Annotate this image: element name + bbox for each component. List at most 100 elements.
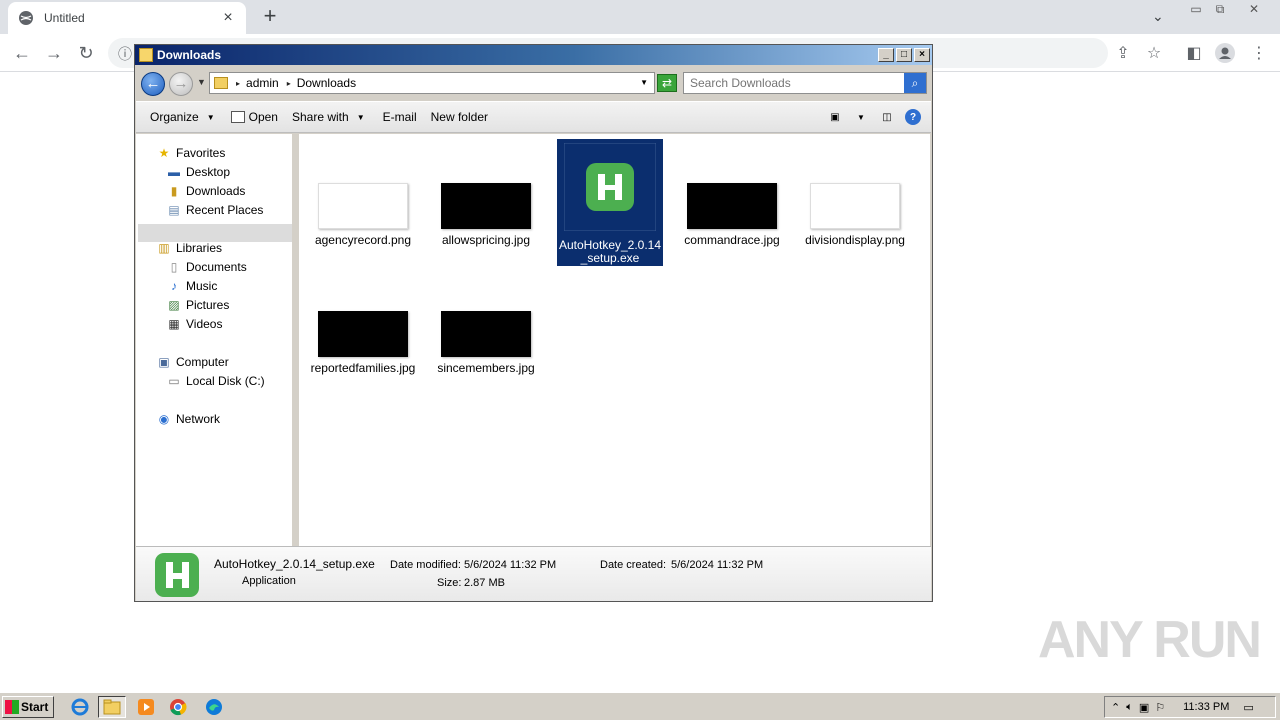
chrome-icon[interactable] [164,696,192,718]
folder-icon [139,48,153,62]
nav-desktop[interactable]: ▬ Desktop [166,163,230,181]
side-panel-icon[interactable]: ◧ [1183,42,1205,64]
file-name: divisiondisplay.png [805,233,905,247]
email-label: E-mail [382,110,417,124]
media-player-icon[interactable] [132,696,160,718]
size-value: 2.87 MB [464,577,505,589]
nav-computer[interactable]: ▣ Computer [156,353,228,371]
nav-documents[interactable]: ▯ Documents [166,258,247,276]
forward-arrow-icon[interactable]: → [42,41,66,65]
image-thumbnail [318,311,408,357]
chevron-right-icon[interactable]: ▸ [287,79,291,88]
file-item[interactable]: divisiondisplay.png [802,183,908,247]
browser-tab[interactable]: Untitled × [8,2,246,34]
bookmark-star-icon[interactable]: ☆ [1143,42,1165,64]
profile-avatar-icon[interactable] [1214,42,1236,64]
info-icon[interactable]: ⓘ [118,44,132,64]
explorer-titlebar[interactable]: Downloads _ □ × [135,45,932,65]
file-item-selected[interactable]: AutoHotkey_2.0.14_setup.exe [557,139,663,266]
new-folder-button[interactable]: New folder [431,110,488,124]
date-modified-label: Date modified: [390,559,461,571]
nav-libraries[interactable]: ▥ Libraries [156,239,222,257]
share-with-label: Share with [291,110,349,124]
clock[interactable]: 11:33 PM [1183,701,1229,713]
change-view-icon[interactable]: ▣ [827,109,843,125]
minimize-button[interactable]: _ [878,48,894,62]
pictures-icon: ▨ [168,298,180,312]
maximize-button[interactable]: □ [896,48,912,62]
nav-music[interactable]: ♪ Music [166,277,217,295]
windows-flag-icon [5,700,19,714]
image-thumbnail [810,183,900,229]
open-button[interactable]: Open [230,110,278,124]
tab-title: Untitled [44,11,85,25]
desktop-icon: ▬ [168,165,180,179]
back-button[interactable]: ← [141,72,165,96]
refresh-button[interactable]: ⇄ [657,74,677,92]
history-dropdown-icon[interactable]: ▼ [197,77,206,87]
nav-downloads[interactable]: ▮ Downloads [166,182,246,200]
show-desktop-icon[interactable]: ▭ [1243,701,1253,714]
file-name: agencyrecord.png [314,233,412,247]
preview-pane-icon[interactable]: ◫ [879,109,895,125]
nav-label: Network [176,412,221,426]
nav-recent-places[interactable]: ▤ Recent Places [166,201,263,219]
file-item[interactable]: commandrace.jpg [679,183,785,247]
breadcrumb-admin[interactable]: admin [246,76,279,90]
menu-kebab-icon[interactable]: ⋮ [1248,42,1270,64]
libraries-icon: ▥ [158,241,170,255]
image-thumbnail [441,311,531,357]
organize-button[interactable]: Organize ▼ [150,110,215,124]
minimize-icon[interactable]: ▭ [1184,1,1208,17]
close-icon[interactable]: ✕ [1242,1,1266,17]
network-icon[interactable]: ▣ [1139,701,1149,714]
search-icon[interactable]: ⌕ [904,73,926,93]
autohotkey-icon [563,142,657,232]
address-bar[interactable]: ▸ admin ▸ Downloads ▼ [209,72,655,94]
restore-icon[interactable]: ⧉ [1208,1,1232,17]
nav-videos[interactable]: ▦ Videos [166,315,222,333]
search-box[interactable]: ⌕ [683,72,927,94]
volume-icon[interactable]: 🔈︎ [1126,701,1133,714]
nav-network[interactable]: ◉ Network [156,410,220,428]
forward-button[interactable]: → [169,72,193,96]
search-input[interactable] [684,73,902,93]
details-pane: AutoHotkey_2.0.14_setup.exe Application … [136,546,931,601]
nav-favorites[interactable]: ★ Favorites [156,144,226,162]
details-file-name: AutoHotkey_2.0.14_setup.exe [214,557,375,571]
internet-explorer-icon[interactable] [66,696,94,718]
edge-icon[interactable] [200,696,228,718]
share-with-button[interactable]: Share with ▼ [292,110,365,124]
file-list: agencyrecord.png allowspricing.jpg AutoH… [299,134,930,546]
start-button[interactable]: Start [2,696,54,718]
tab-search-chevron-icon[interactable]: ⌄ [1152,8,1164,25]
new-tab-button[interactable]: + [258,5,282,29]
details-file-type: Application [242,575,296,587]
nav-local-disk[interactable]: ▭ Local Disk (C:) [166,372,264,390]
file-item[interactable]: sincemembers.jpg [433,311,539,375]
action-center-flag-icon[interactable]: ⚐ [1155,701,1165,714]
open-label: Open [248,110,278,124]
email-button[interactable]: E-mail [383,110,417,124]
close-button[interactable]: × [914,48,930,62]
file-item[interactable]: agencyrecord.png [310,183,416,247]
help-icon[interactable]: ? [905,109,921,125]
computer-icon: ▣ [158,355,170,369]
address-dropdown-icon[interactable]: ▼ [640,78,648,87]
back-arrow-icon[interactable]: ← [10,41,34,65]
file-explorer-icon[interactable] [98,696,126,718]
reload-icon[interactable]: ↻ [74,41,98,65]
chevron-right-icon[interactable]: ▸ [236,79,240,88]
tab-close-icon[interactable]: × [220,10,236,26]
nav-pictures[interactable]: ▨ Pictures [166,296,229,314]
nav-label: Music [186,279,218,293]
file-name: commandrace.jpg [684,233,780,247]
breadcrumb-downloads[interactable]: Downloads [297,76,356,90]
show-hidden-icons-icon[interactable]: ⌃ [1111,701,1120,714]
nav-label: Downloads [186,184,246,198]
share-icon[interactable]: ⇪ [1112,42,1134,64]
file-item[interactable]: reportedfamilies.jpg [310,311,416,375]
system-tray: ⌃ 🔈︎ ▣ ⚐ 11:33 PM ▭ [1104,696,1276,718]
file-item[interactable]: allowspricing.jpg [433,183,539,247]
view-dropdown-icon[interactable]: ▼ [853,109,869,125]
